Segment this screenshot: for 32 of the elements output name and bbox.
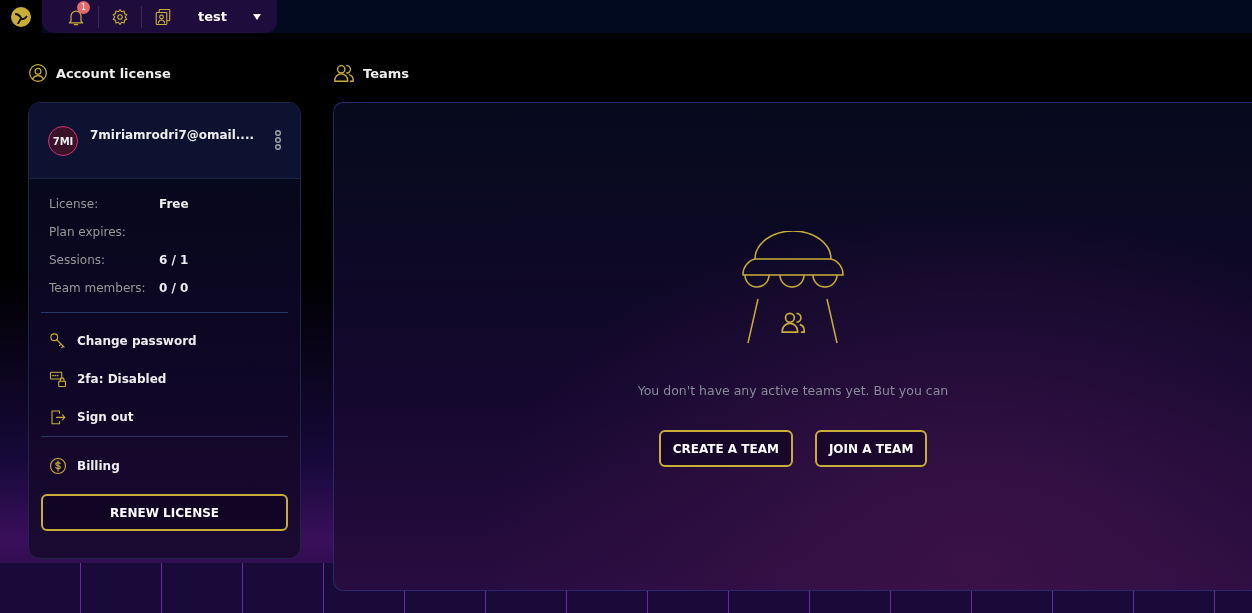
detail-label: Sessions:: [49, 252, 107, 269]
lock-icon: [49, 370, 67, 388]
account-email: 7miriamrodri7@omail....: [90, 128, 256, 142]
profiles-icon[interactable]: [154, 7, 172, 26]
more-options-button[interactable]: [274, 129, 282, 151]
renew-license-button[interactable]: RENEW LICENSE: [41, 494, 288, 531]
detail-value: Free: [159, 196, 190, 213]
detail-value: 6 / 1: [159, 252, 190, 269]
detail-value: 0 / 0: [159, 280, 190, 297]
dollar-circle-icon: [49, 457, 67, 475]
notification-badge: 1: [77, 0, 90, 14]
caret-icon: [253, 13, 261, 20]
section-title: Account license: [56, 65, 171, 81]
team-action-button[interactable]: JOIN A TEAM: [814, 430, 928, 467]
menu-link[interactable]: 2fa: Disabled: [77, 372, 167, 386]
menu-link[interactable]: Change password: [77, 334, 197, 348]
empty-state-message: You don't have any active teams yet. But you can: [637, 383, 949, 398]
menu-link[interactable]: Billing: [77, 459, 120, 473]
avatar: 7MI: [48, 126, 78, 156]
detail-label: Team members:: [49, 280, 147, 297]
team-action-button[interactable]: CREATE A TEAM: [658, 430, 793, 467]
detail-label: Plan expires:: [49, 224, 127, 241]
settings-icon[interactable]: [111, 7, 129, 26]
exit-icon: [49, 408, 67, 426]
menu-link[interactable]: Sign out: [77, 410, 134, 424]
people-icon: [333, 62, 355, 84]
logo-icon[interactable]: [11, 6, 31, 27]
profile-dropdown[interactable]: test: [184, 9, 261, 24]
detail-label: License:: [49, 196, 100, 213]
section-title: Teams: [363, 65, 409, 81]
user-circle-icon: [28, 63, 48, 83]
key-icon: [49, 332, 67, 350]
